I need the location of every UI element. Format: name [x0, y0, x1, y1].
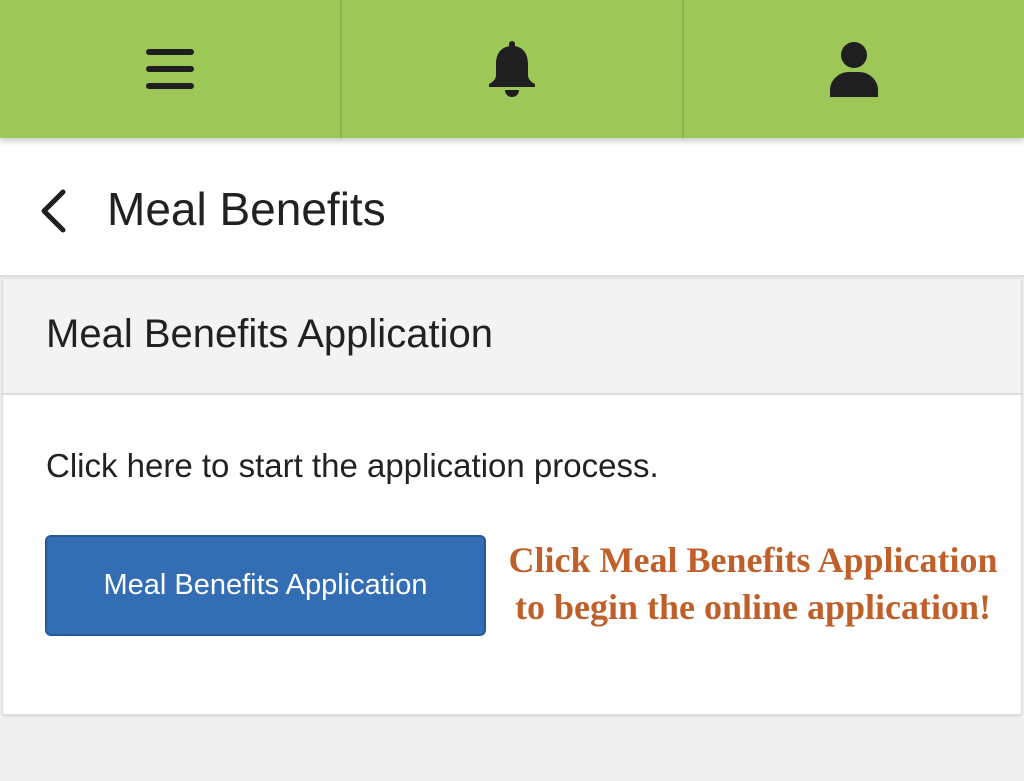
page-title: Meal Benefits — [107, 183, 386, 235]
page-header: Meal Benefits — [0, 138, 1024, 277]
user-icon — [830, 42, 878, 97]
meal-benefits-application-button[interactable]: Meal Benefits Application — [45, 535, 486, 636]
chevron-left-icon — [41, 189, 66, 233]
menu-button[interactable] — [0, 0, 340, 138]
card-title: Meal Benefits Application — [46, 312, 493, 356]
annotation-line-1: Click Meal Benefits Application — [508, 540, 998, 580]
card-description: Click here to start the application proc… — [46, 447, 659, 484]
notifications-button[interactable] — [340, 0, 682, 138]
profile-button[interactable] — [682, 0, 1024, 138]
application-card: Meal Benefits Application Click here to … — [2, 278, 1022, 715]
hamburger-menu-icon — [146, 49, 194, 89]
annotation-line-2: to begin the online application! — [514, 587, 992, 627]
bell-icon — [489, 41, 535, 97]
back-button[interactable] — [28, 188, 78, 234]
card-header: Meal Benefits Application — [3, 279, 1021, 395]
instruction-annotation: Click Meal Benefits Application to begin… — [486, 537, 1020, 631]
top-navigation-bar — [0, 0, 1024, 138]
